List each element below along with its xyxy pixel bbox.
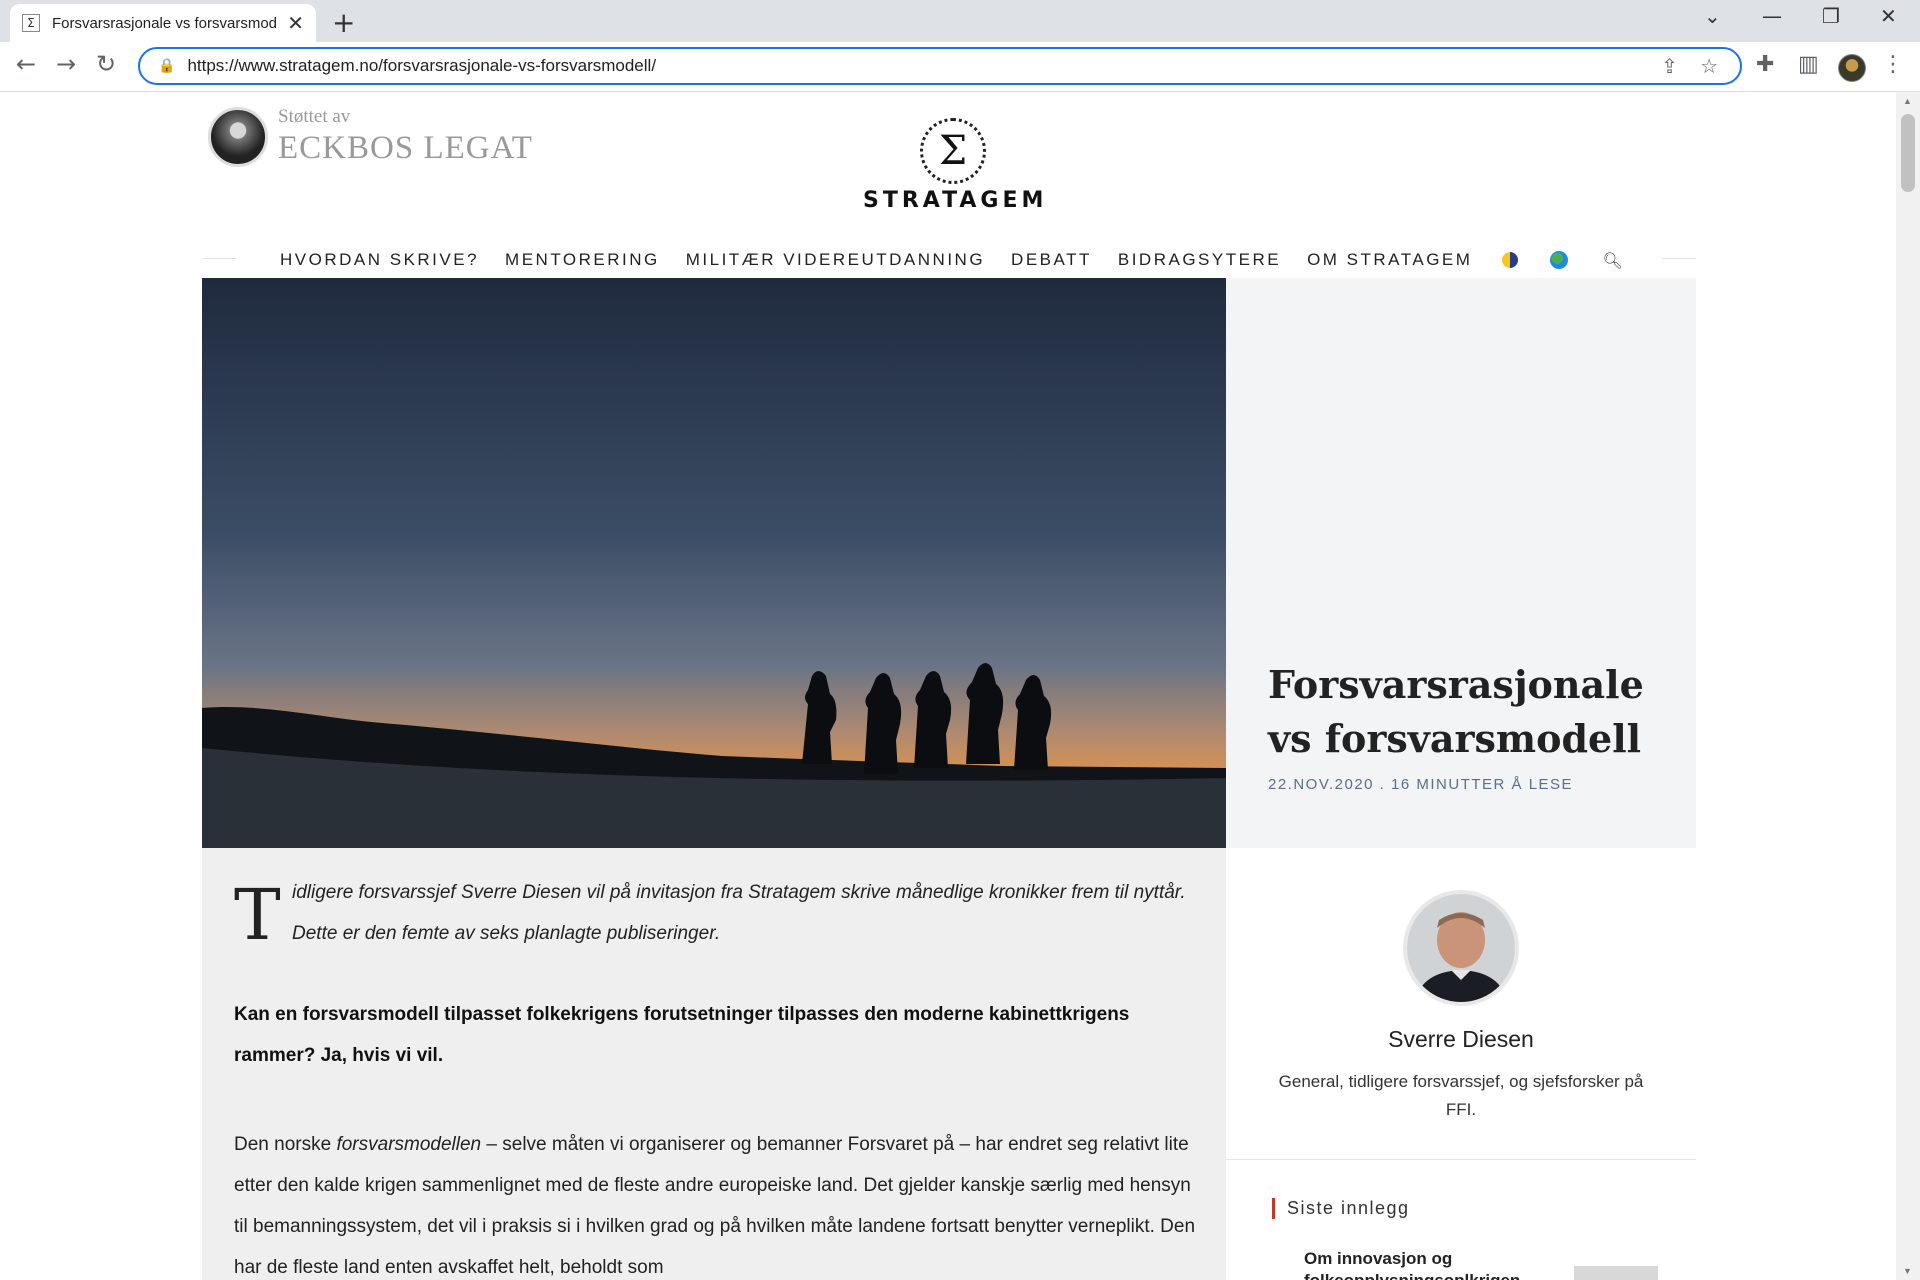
side-panel-icon[interactable]: ▥: [1798, 52, 1819, 77]
nav-divider-right: [1662, 258, 1696, 259]
site-favicon-icon: Σ: [22, 14, 40, 32]
stratagem-logo[interactable]: Σ STRATAGEM: [863, 118, 1043, 213]
menu-icon[interactable]: ⋮: [1882, 52, 1904, 77]
close-tab-icon[interactable]: ✕: [287, 11, 304, 35]
tab-title: Forsvarsrasjonale vs forsvarsmod: [51, 14, 278, 32]
author-card: Sverre Diesen General, tidligere forsvar…: [1226, 848, 1696, 1160]
url-text[interactable]: https://www.stratagem.no/forsvarsrasjona…: [187, 56, 1661, 76]
article-meta: 22.NOV.2020 . 16 MINUTTER Å LESE: [1268, 776, 1574, 793]
nav-debatt[interactable]: DEBATT: [1011, 250, 1092, 270]
page-viewport: Støttet av ECKBOS LEGAT Σ STRATAGEM HVOR…: [10, 100, 1886, 1280]
hero-image: [202, 278, 1226, 848]
page-scrollbar[interactable]: ▲ ▼: [1896, 92, 1920, 1280]
nav-militaer-videreutdanning[interactable]: MILITÆR VIDEREUTDANNING: [686, 250, 985, 270]
lock-icon[interactable]: 🔒: [158, 58, 175, 74]
scroll-down-icon[interactable]: ▼: [1903, 1266, 1912, 1276]
tab-search-icon[interactable]: ⌄: [1704, 4, 1721, 28]
window-close-icon[interactable]: ✕: [1880, 4, 1897, 28]
article-paragraph: Den norske forsvarsmodellen – selve måte…: [234, 1134, 1196, 1278]
author-avatar[interactable]: [1403, 890, 1519, 1006]
latest-post-thumbnail[interactable]: [1574, 1266, 1658, 1280]
logo-wordmark: STRATAGEM: [863, 188, 1048, 213]
eckbos-legat-badge[interactable]: Støttet av ECKBOS LEGAT: [208, 106, 533, 167]
article-lead: idligere forsvarssjef Sverre Diesen vil …: [292, 882, 1186, 944]
new-tab-button[interactable]: +: [332, 6, 355, 39]
search-icon[interactable]: 🔍︎: [1602, 251, 1622, 270]
legat-name: ECKBOS LEGAT: [278, 130, 533, 166]
minimize-icon[interactable]: —: [1762, 4, 1782, 28]
star-icon[interactable]: ☆: [1700, 54, 1718, 78]
soldiers-silhouette-image: [202, 278, 1226, 848]
theme-toggle-icon[interactable]: [1502, 252, 1519, 268]
scroll-thumb[interactable]: [1901, 114, 1915, 192]
main-navigation: HVORDAN SKRIVE? MENTORERING MILITÆR VIDE…: [280, 248, 1623, 272]
drop-cap: T: [234, 874, 281, 956]
nav-bidragsytere[interactable]: BIDRAGSYTERE: [1118, 250, 1281, 270]
share-icon[interactable]: ⇪: [1661, 54, 1678, 78]
nav-divider-left: [202, 258, 236, 259]
restore-icon[interactable]: ❐: [1822, 4, 1840, 28]
legat-portrait: [208, 106, 268, 167]
article-ingress: Kan en forsvarsmodell tilpasset folkekri…: [234, 1004, 1130, 1066]
nav-mentorering[interactable]: MENTORERING: [505, 250, 660, 270]
scroll-up-icon[interactable]: ▲: [1903, 96, 1912, 106]
author-name[interactable]: Sverre Diesen: [1226, 1026, 1696, 1053]
nav-hvordan-skrive[interactable]: HVORDAN SKRIVE?: [280, 250, 479, 270]
article-body: T idligere forsvarssjef Sverre Diesen vi…: [202, 848, 1226, 1280]
profile-icon[interactable]: [1838, 54, 1866, 82]
browser-toolbar: ← → ↻ 🔒 https://www.stratagem.no/forsvar…: [0, 42, 1920, 92]
article-title-panel: Forsvarsrasjonale vs forsvarsmodell 22.N…: [1226, 278, 1696, 848]
emphasis-forsvarsmodellen: forsvarsmodellen: [336, 1134, 482, 1155]
back-icon[interactable]: ←: [16, 50, 36, 78]
browser-tab[interactable]: Σ Forsvarsrasjonale vs forsvarsmod ✕: [10, 4, 316, 42]
nav-om-stratagem[interactable]: OM STRATAGEM: [1307, 250, 1472, 270]
logo-sigma: Σ: [938, 128, 968, 174]
browser-tab-bar: Σ Forsvarsrasjonale vs forsvarsmod ✕ + ⌄…: [0, 0, 1920, 42]
latest-posts-heading: Siste innlegg: [1272, 1198, 1410, 1219]
legat-supported-by: Støttet av: [278, 106, 351, 127]
article-title: Forsvarsrasjonale vs forsvarsmodell: [1268, 662, 1644, 761]
language-globe-icon[interactable]: [1550, 251, 1569, 269]
reload-icon[interactable]: ↻: [96, 50, 116, 78]
address-bar[interactable]: 🔒 https://www.stratagem.no/forsvarsrasjo…: [138, 47, 1742, 85]
forward-icon[interactable]: →: [56, 50, 76, 78]
extensions-icon[interactable]: ✚: [1756, 52, 1774, 77]
logo-emblem-icon: Σ: [920, 118, 986, 184]
author-bio: General, tidligere forsvarssjef, og sjef…: [1278, 1072, 1644, 1119]
latest-post-link[interactable]: Om innovasjon og folkeopplysningsoplkrig…: [1304, 1248, 1544, 1280]
